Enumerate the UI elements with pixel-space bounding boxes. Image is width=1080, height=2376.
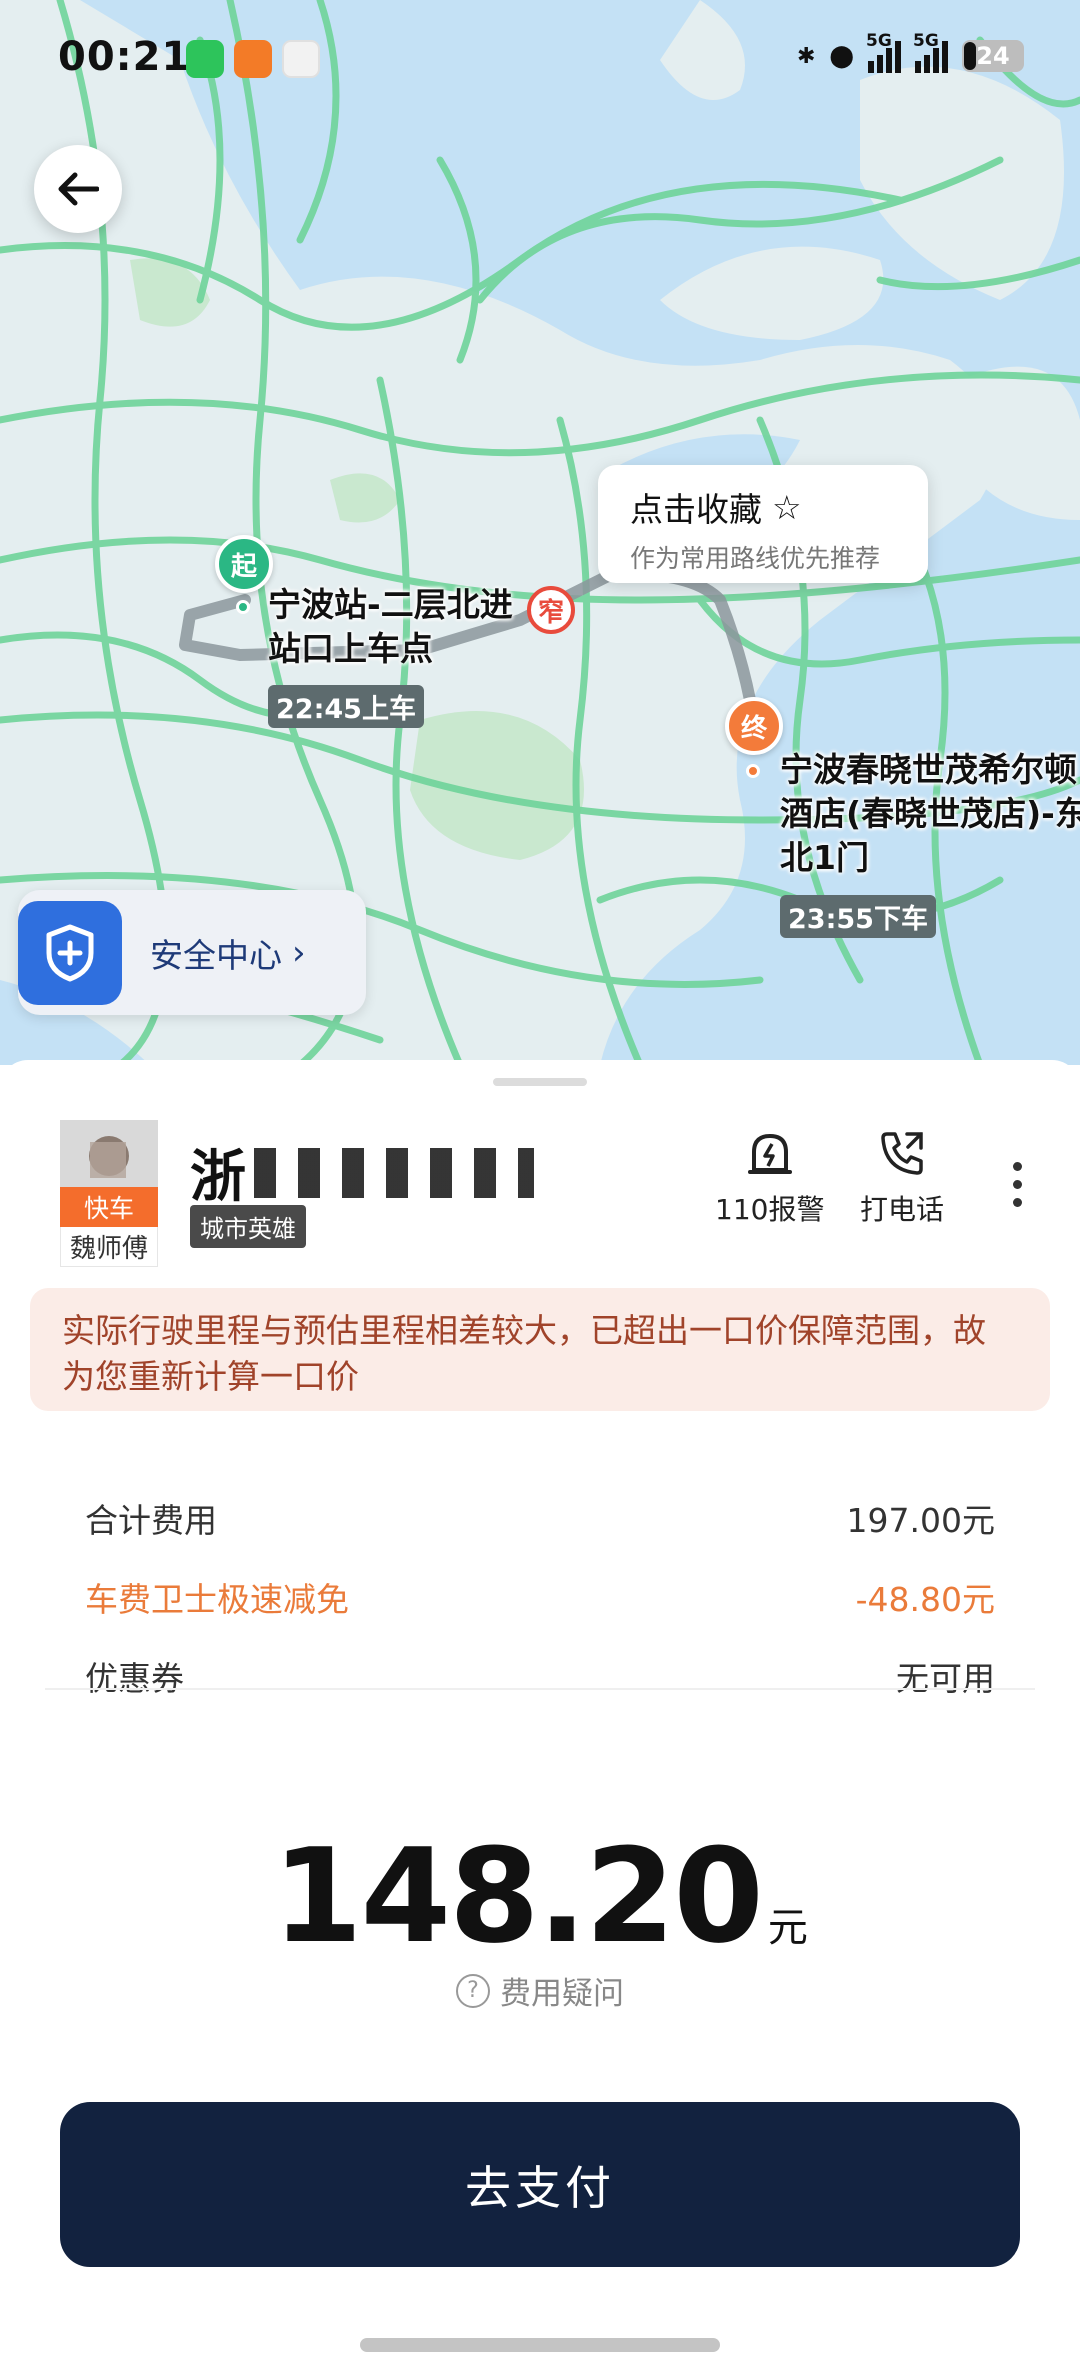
police-button[interactable]: 110报警 (715, 1128, 824, 1228)
fee-question-label: 费用疑问 (500, 1976, 624, 2012)
arrow-left-icon (58, 172, 99, 206)
coupon-row[interactable]: 优惠券 无可用 (85, 1652, 995, 1700)
star-icon: ☆ (772, 487, 802, 527)
location-icon: ⬤ (829, 43, 854, 69)
end-label-line3: 北1门 (780, 838, 869, 877)
status-time: 00:21 (58, 34, 191, 80)
start-label-line1: 宁波站-二层北进 (268, 585, 513, 624)
dropoff-time: 23:55下车 (780, 895, 936, 938)
phone-icon (881, 1132, 923, 1175)
favorite-route-card[interactable]: 点击收藏 ☆ 作为常用路线优先推荐 (598, 465, 928, 583)
question-icon: ? (456, 1973, 490, 2008)
fee-discount-row[interactable]: 车费卫士极速减免 -48.80元 (85, 1573, 995, 1621)
end-label-line2: 酒店(春晓世茂店)-东 (780, 794, 1080, 833)
start-dot (236, 600, 250, 614)
wechat-icon (186, 40, 224, 78)
end-pin: 终 (725, 697, 783, 755)
start-label: 宁波站-二层北进 站口上车点 (268, 583, 513, 671)
back-button[interactable] (34, 145, 122, 233)
end-label-line1: 宁波春晓世茂希尔顿 (780, 750, 1077, 789)
chevron-right-icon: › (292, 932, 306, 973)
battery-level: 24 (976, 42, 1010, 70)
fee-question-link[interactable]: ? 费用疑问 (0, 1968, 1080, 2013)
favorite-subtitle: 作为常用路线优先推荐 (630, 544, 881, 573)
battery-icon: 24 (962, 40, 1024, 72)
alarm-icon (747, 1134, 792, 1174)
narrow-road-badge: 窄 (527, 586, 575, 634)
assistant-icon (282, 40, 320, 78)
signal-icon-2: 5G (913, 31, 948, 73)
driver-badge: 城市英雄 (190, 1205, 306, 1248)
payable-amount: 148.20 元 (0, 1820, 1080, 1972)
route-map[interactable]: 00:21 ✱ ⬤ 5G 5G 24 点击收藏 ☆ 作为常用路线优先推荐 起 宁波… (0, 0, 1080, 1065)
call-button[interactable]: 打电话 (860, 1128, 944, 1228)
end-label: 宁波春晓世茂希尔顿 酒店(春晓世茂店)-东 北1门 (780, 748, 1080, 880)
payable-number: 148.20 (272, 1820, 764, 1972)
didi-icon (234, 40, 272, 78)
start-label-line2: 站口上车点 (268, 629, 433, 668)
safety-center-button[interactable]: 安全中心 › (18, 890, 366, 1015)
more-icon[interactable] (1013, 1162, 1022, 1207)
plate-redacted (254, 1147, 534, 1198)
police-label: 110报警 (715, 1193, 825, 1226)
fee-total-value: 197.00元 (846, 1501, 995, 1540)
drag-handle[interactable] (493, 1078, 587, 1086)
fee-discount-label: 车费卫士极速减免 (85, 1580, 349, 1619)
plate-prefix: 浙 (190, 1145, 246, 1210)
status-bar: 00:21 ✱ ⬤ 5G 5G 24 (0, 0, 1080, 120)
start-pin: 起 (215, 535, 273, 593)
fee-total-row: 合计费用 197.00元 (85, 1494, 995, 1542)
pay-button[interactable]: 去支付 (60, 2102, 1020, 2267)
safety-center-label: 安全中心 (150, 935, 282, 975)
bluetooth-icon: ✱ (796, 43, 816, 69)
driver-name: 魏师傅 (60, 1227, 158, 1267)
pickup-time: 22:45上车 (268, 685, 424, 728)
license-plate: 浙 (190, 1132, 534, 1213)
shield-icon (18, 900, 122, 1005)
divider (45, 1688, 1035, 1690)
price-notice: 实际行驶里程与预估里程相差较大，已超出一口价保障范围，故为您重新计算一口价 (30, 1288, 1050, 1411)
end-dot (746, 764, 760, 778)
fee-total-label: 合计费用 (85, 1501, 217, 1540)
home-indicator[interactable] (360, 2338, 720, 2352)
coupon-value: 无可用 (896, 1659, 995, 1698)
payable-unit: 元 (767, 1905, 808, 1951)
call-label: 打电话 (860, 1193, 945, 1226)
favorite-title: 点击收藏 (630, 490, 762, 529)
ride-type-tag: 快车 (60, 1187, 158, 1227)
fee-discount-value: -48.80元 (855, 1580, 995, 1619)
signal-icon-1: 5G (866, 31, 901, 73)
coupon-label: 优惠券 (85, 1659, 184, 1698)
